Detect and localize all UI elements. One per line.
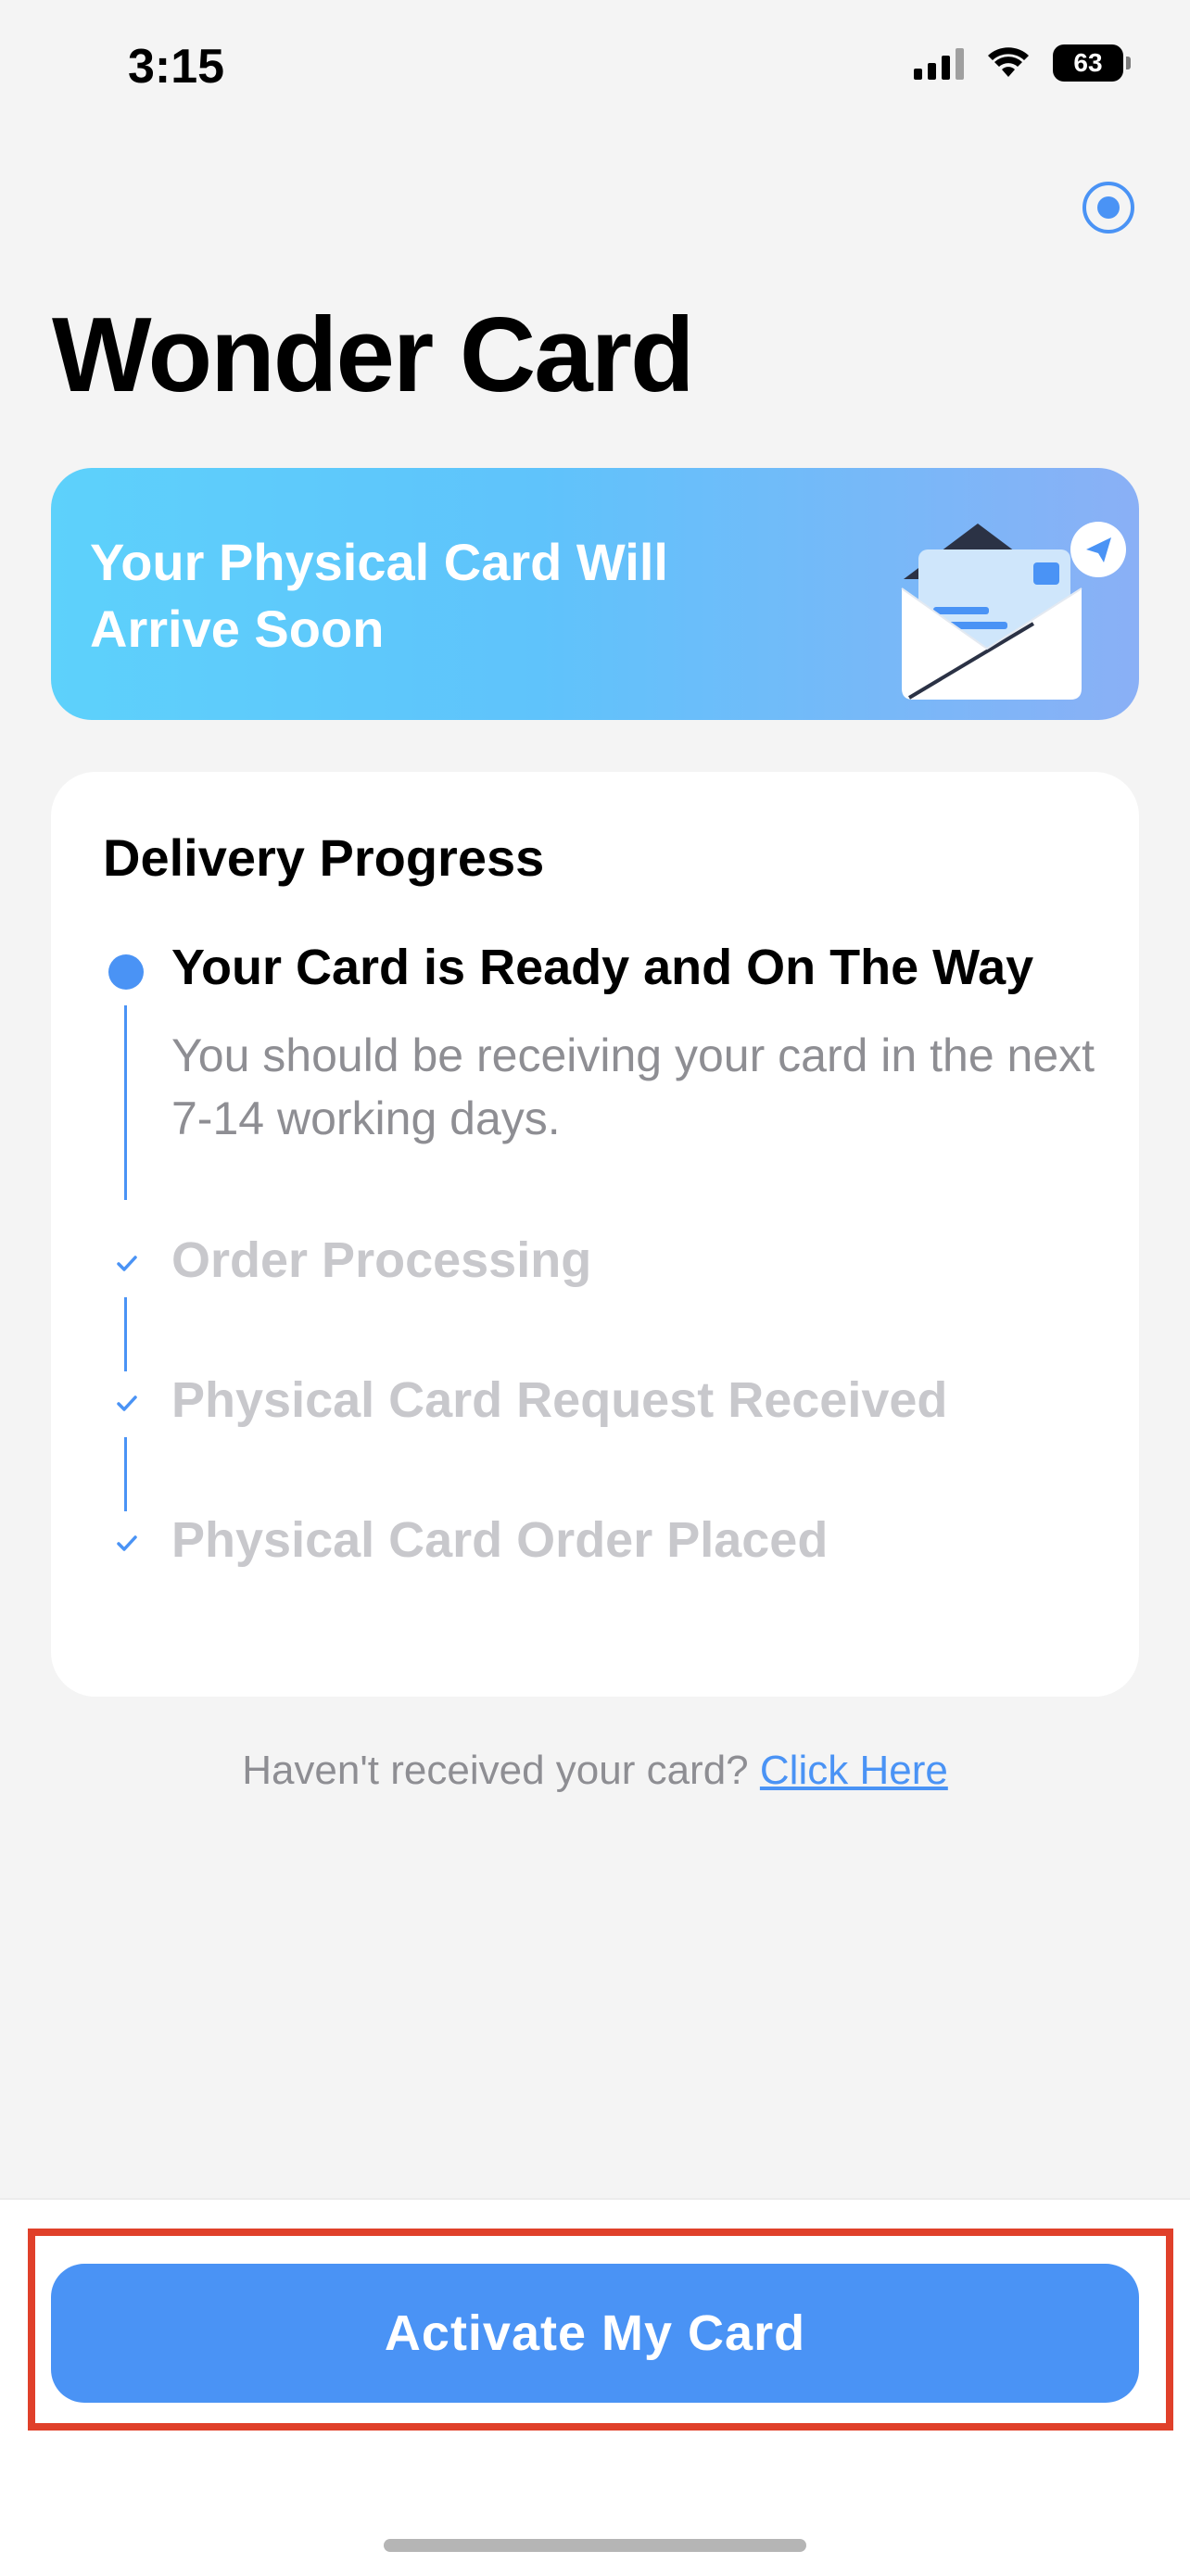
current-step-description: You should be receiving your card in the… (171, 1029, 1095, 1144)
arrival-banner: Your Physical Card Will Arrive Soon (51, 468, 1139, 720)
current-step-dot (108, 954, 144, 990)
timeline-line (124, 1437, 127, 1511)
activate-card-button[interactable]: Activate My Card (51, 2264, 1139, 2403)
help-line: Haven't received your card? Click Here (0, 1748, 1190, 1794)
delivery-heading: Delivery Progress (103, 828, 545, 887)
envelope-icon (848, 496, 1135, 713)
timeline-line (124, 1297, 127, 1371)
completed-step: Order Processing (171, 1232, 592, 1288)
help-prompt: Haven't received your card? (242, 1748, 749, 1793)
completed-step: Physical Card Request Received (171, 1372, 948, 1428)
page-title: Wonder Card (52, 297, 695, 414)
banner-text: Your Physical Card Will Arrive Soon (90, 533, 668, 658)
status-icons: 63 (914, 44, 1131, 82)
timeline-line (124, 1005, 127, 1200)
signal-icon (914, 46, 964, 80)
current-step-title: Your Card is Ready and On The Way (171, 940, 1034, 995)
click-here-link[interactable]: Click Here (760, 1748, 948, 1793)
delivery-progress-card: Delivery Progress Your Card is Ready and… (51, 772, 1139, 1697)
wifi-icon (986, 46, 1031, 80)
home-indicator (384, 2539, 806, 2552)
check-icon (117, 1535, 137, 1551)
check-icon (117, 1395, 137, 1411)
status-time: 3:15 (128, 40, 225, 94)
completed-step: Physical Card Order Placed (171, 1512, 829, 1568)
record-icon[interactable] (1082, 182, 1134, 234)
battery-icon: 63 (1053, 44, 1131, 82)
check-icon (117, 1256, 137, 1271)
